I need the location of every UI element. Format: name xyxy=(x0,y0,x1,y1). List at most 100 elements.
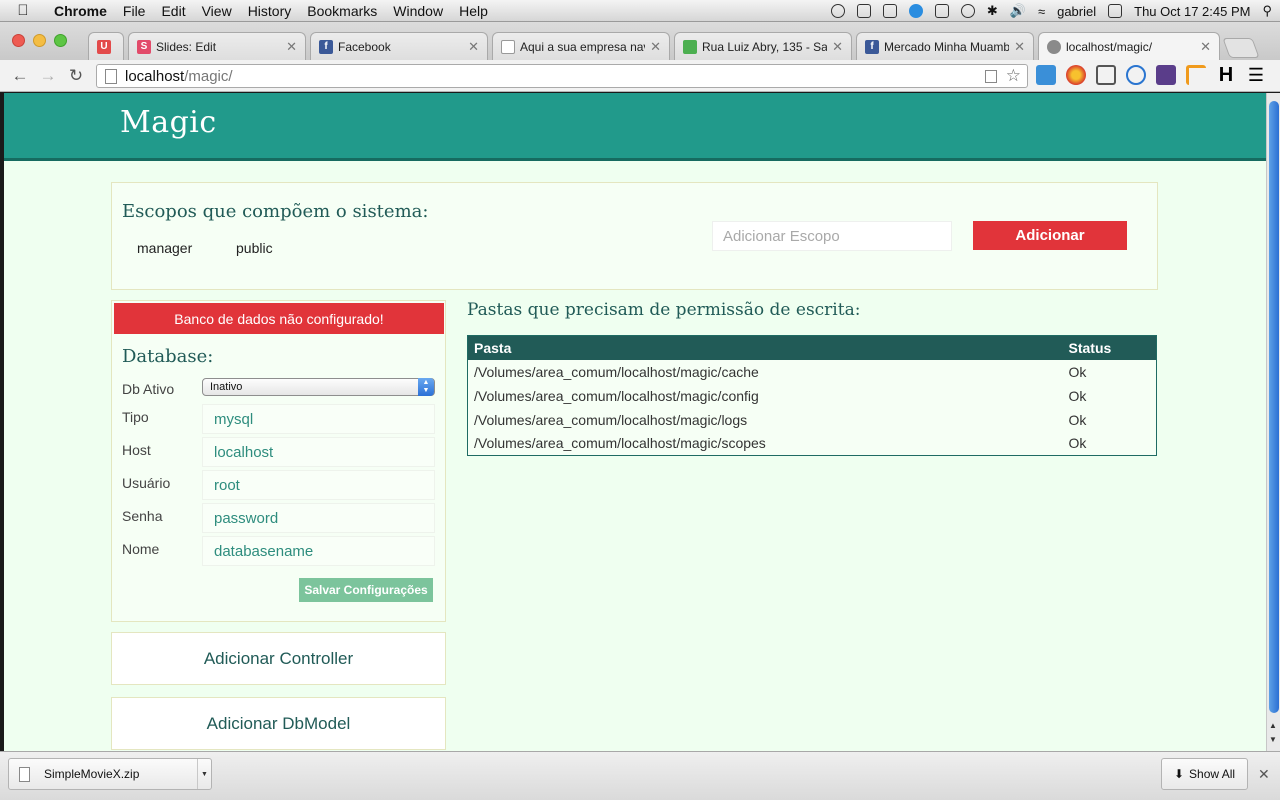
db-host-field[interactable]: localhost xyxy=(202,437,435,467)
download-menu-chevron-icon[interactable]: ▼ xyxy=(197,759,211,789)
save-settings-button[interactable]: Salvar Configurações xyxy=(299,578,433,602)
facebook-favicon-icon: f xyxy=(865,39,879,54)
site-header: Magic xyxy=(4,93,1266,161)
close-shelf-icon[interactable]: ✕ xyxy=(1258,766,1270,783)
scopes-panel: Escopos que compõem o sistema: manager p… xyxy=(111,182,1158,290)
status-app-icon[interactable] xyxy=(856,4,871,18)
scrollbar-thumb[interactable] xyxy=(1269,101,1279,713)
extension-purple-icon[interactable] xyxy=(1156,65,1176,85)
tab-pinned[interactable]: U xyxy=(88,32,124,60)
spotlight-search-icon[interactable]: ⚲ xyxy=(1262,3,1272,19)
scope-item-public[interactable]: public xyxy=(236,240,273,256)
back-arrow-icon[interactable]: ← xyxy=(6,66,34,86)
scope-item-manager[interactable]: manager xyxy=(137,240,192,256)
tab-close-icon[interactable]: ✕ xyxy=(832,39,843,55)
db-not-configured-alert: Banco de dados não configurado! xyxy=(114,303,444,334)
menu-history[interactable]: History xyxy=(240,3,300,19)
close-window-button[interactable] xyxy=(12,34,25,47)
download-item[interactable]: SimpleMovieX.zip ▼ xyxy=(8,758,212,790)
address-bar[interactable]: localhost/magic/ ☆ xyxy=(96,64,1028,88)
page-icon xyxy=(105,68,117,84)
db-name-label: Nome xyxy=(122,541,160,557)
facebook-favicon-icon: f xyxy=(319,39,333,54)
permissions-table: Pasta Status /Volumes/area_comum/localho… xyxy=(467,335,1157,456)
site-logo[interactable]: Magic xyxy=(120,105,217,140)
menu-app-name[interactable]: Chrome xyxy=(46,3,115,19)
apple-menu-icon[interactable]:  xyxy=(0,2,46,19)
status-box-icon[interactable] xyxy=(934,4,949,18)
folder-status: Ok xyxy=(1068,387,1087,404)
folder-path: /Volumes/area_comum/localhost/magic/cach… xyxy=(474,363,759,380)
volume-icon[interactable]: 🔊 xyxy=(1010,3,1026,19)
status-adobe-icon[interactable] xyxy=(882,4,897,18)
db-password-field[interactable]: password xyxy=(202,503,435,533)
url-host: localhost xyxy=(125,67,185,85)
minimize-window-button[interactable] xyxy=(33,34,46,47)
macos-menubar:  Chrome File Edit View History Bookmark… xyxy=(0,0,1280,22)
menu-window[interactable]: Window xyxy=(385,3,451,19)
table-row: /Volumes/area_comum/localhost/magic/scop… xyxy=(468,432,1157,456)
extension-blue-icon[interactable] xyxy=(1036,65,1056,85)
table-header-row: Pasta Status xyxy=(467,335,1157,360)
show-all-downloads-button[interactable]: ⬇ Show All xyxy=(1161,758,1248,790)
menu-help[interactable]: Help xyxy=(451,3,496,19)
db-active-select[interactable]: Inativo ▲ ▼ xyxy=(202,378,435,396)
tab-maps[interactable]: Rua Luiz Abry, 135 - Sal ✕ xyxy=(674,32,852,60)
forward-arrow-icon[interactable]: → xyxy=(34,66,62,86)
clock[interactable]: Thu Oct 17 2:45 PM xyxy=(1134,4,1250,19)
battery-icon[interactable] xyxy=(1108,4,1123,18)
table-row: /Volumes/area_comum/localhost/magic/conf… xyxy=(468,384,1157,408)
db-name-field[interactable]: databasename xyxy=(202,536,435,566)
menu-file[interactable]: File xyxy=(115,3,154,19)
user-name[interactable]: gabriel xyxy=(1057,4,1096,19)
tab-localhost-magic[interactable]: localhost/magic/ ✕ xyxy=(1038,32,1220,61)
permissions-title: Pastas que precisam de permissão de escr… xyxy=(467,300,861,320)
add-scope-input[interactable] xyxy=(712,221,952,251)
bluetooth-icon[interactable]: ✱ xyxy=(987,3,998,19)
extension-compass-icon[interactable] xyxy=(1126,65,1146,85)
tab-close-icon[interactable]: ✕ xyxy=(1014,39,1025,55)
scroll-down-icon[interactable]: ▼ xyxy=(1269,735,1277,744)
add-scope-button[interactable]: Adicionar xyxy=(973,221,1127,250)
tab-empresa[interactable]: Aqui a sua empresa nave ✕ xyxy=(492,32,670,60)
tab-label: localhost/magic/ xyxy=(1066,40,1153,54)
extension-orange-icon[interactable] xyxy=(1186,65,1206,85)
page-action-icon[interactable] xyxy=(985,70,997,83)
new-tab-button[interactable] xyxy=(1222,38,1260,58)
tab-facebook[interactable]: f Facebook ✕ xyxy=(310,32,488,60)
tab-close-icon[interactable]: ✕ xyxy=(650,39,661,55)
folder-status: Ok xyxy=(1068,363,1087,380)
tab-close-icon[interactable]: ✕ xyxy=(468,39,479,55)
scroll-up-icon[interactable]: ▲ xyxy=(1269,721,1277,730)
add-dbmodel-link[interactable]: Adicionar DbModel xyxy=(111,697,446,750)
wifi-icon[interactable]: ≈ xyxy=(1038,4,1045,19)
status-cloud-icon[interactable] xyxy=(830,4,845,18)
extension-monitor-icon[interactable] xyxy=(1096,65,1116,85)
tab-close-icon[interactable]: ✕ xyxy=(286,39,297,55)
tab-mercado[interactable]: f Mercado Minha Muamba ✕ xyxy=(856,32,1034,60)
show-all-label: Show All xyxy=(1189,767,1236,781)
db-active-value: Inativo xyxy=(210,381,243,393)
page-scrollbar[interactable]: ▲ ▼ xyxy=(1266,93,1280,751)
tab-slides-edit[interactable]: S Slides: Edit ✕ xyxy=(128,32,306,60)
menu-edit[interactable]: Edit xyxy=(153,3,193,19)
menu-bookmarks[interactable]: Bookmarks xyxy=(299,3,385,19)
extension-color-icon[interactable] xyxy=(1066,65,1086,85)
file-icon xyxy=(19,766,30,782)
folder-path: /Volumes/area_comum/localhost/magic/conf… xyxy=(474,387,759,404)
db-user-field[interactable]: root xyxy=(202,470,435,500)
db-type-field[interactable]: mysql xyxy=(202,404,435,434)
zoom-window-button[interactable] xyxy=(54,34,67,47)
extension-h-icon[interactable]: H xyxy=(1216,65,1236,85)
time-machine-icon[interactable] xyxy=(960,4,975,18)
menu-view[interactable]: View xyxy=(194,3,240,19)
reload-icon[interactable]: ↻ xyxy=(62,66,90,86)
tab-label: Rua Luiz Abry, 135 - Sal xyxy=(702,39,828,54)
add-controller-link[interactable]: Adicionar Controller xyxy=(111,632,446,685)
maps-favicon-icon xyxy=(683,39,697,54)
tab-label: Slides: Edit xyxy=(156,39,217,54)
tab-close-icon[interactable]: ✕ xyxy=(1200,39,1211,55)
bookmark-star-icon[interactable]: ☆ xyxy=(1006,66,1021,86)
skype-icon[interactable] xyxy=(908,4,923,18)
chrome-menu-icon[interactable]: ☰ xyxy=(1246,65,1266,85)
